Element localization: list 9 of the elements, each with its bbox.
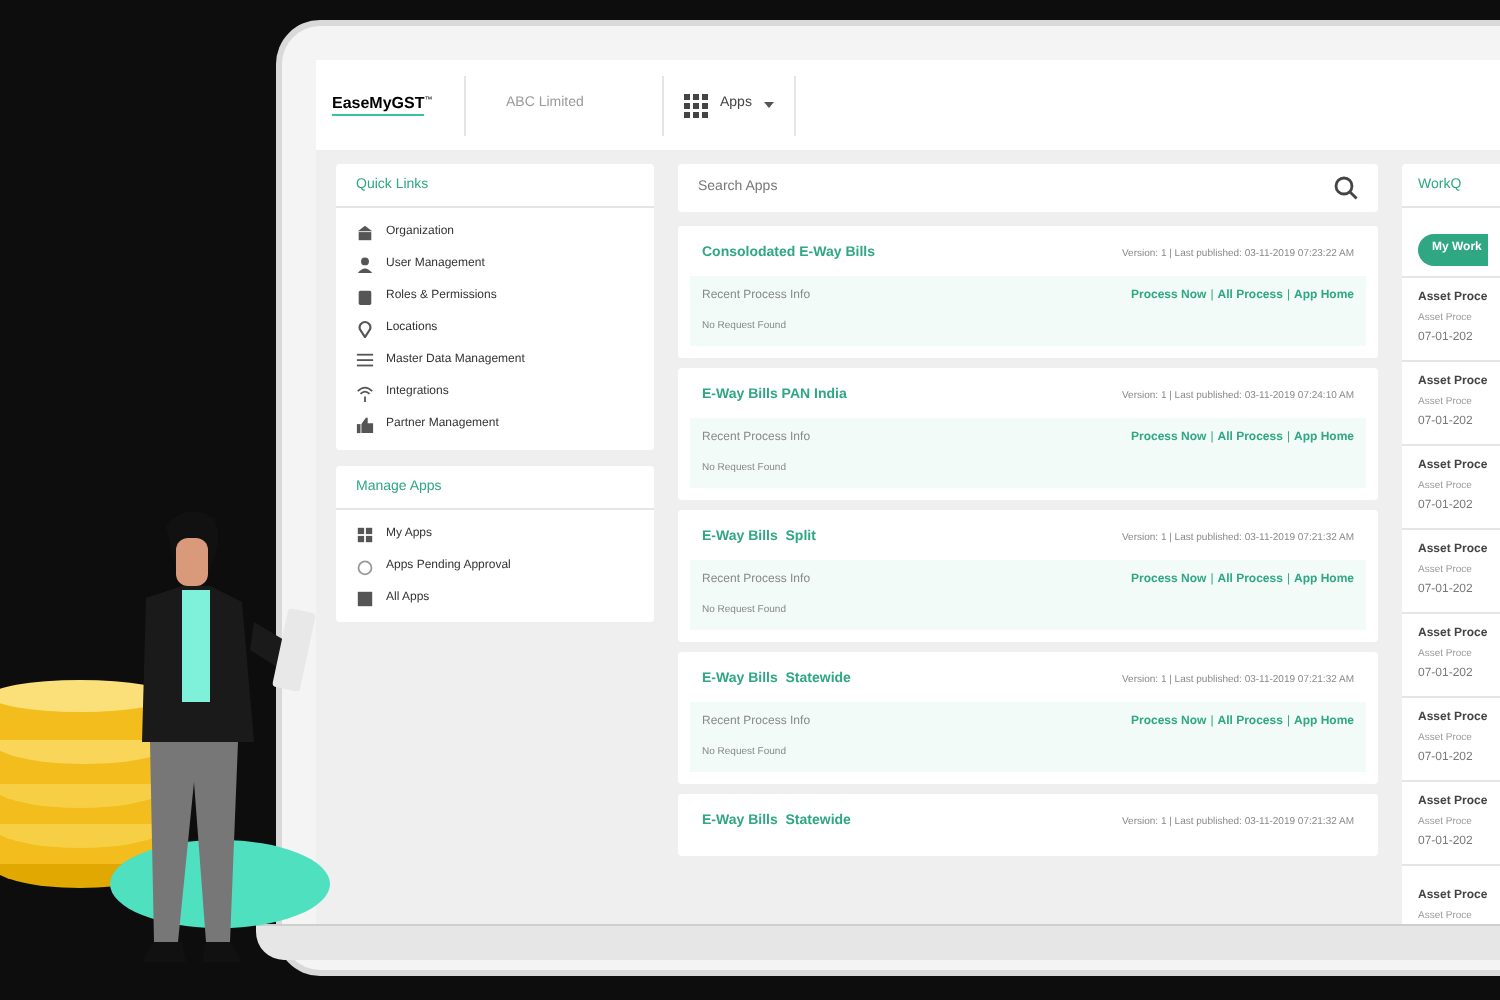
caret-icon (763, 102, 774, 108)
wifi-icon (356, 383, 374, 401)
building-icon (356, 223, 374, 241)
list-icon (356, 351, 374, 369)
search-icon (1334, 176, 1358, 200)
logo-text: EaseMyGST (332, 94, 425, 116)
thumbs-up-icon (356, 415, 374, 433)
user-icon (356, 255, 374, 273)
location-pin-icon (356, 319, 374, 337)
